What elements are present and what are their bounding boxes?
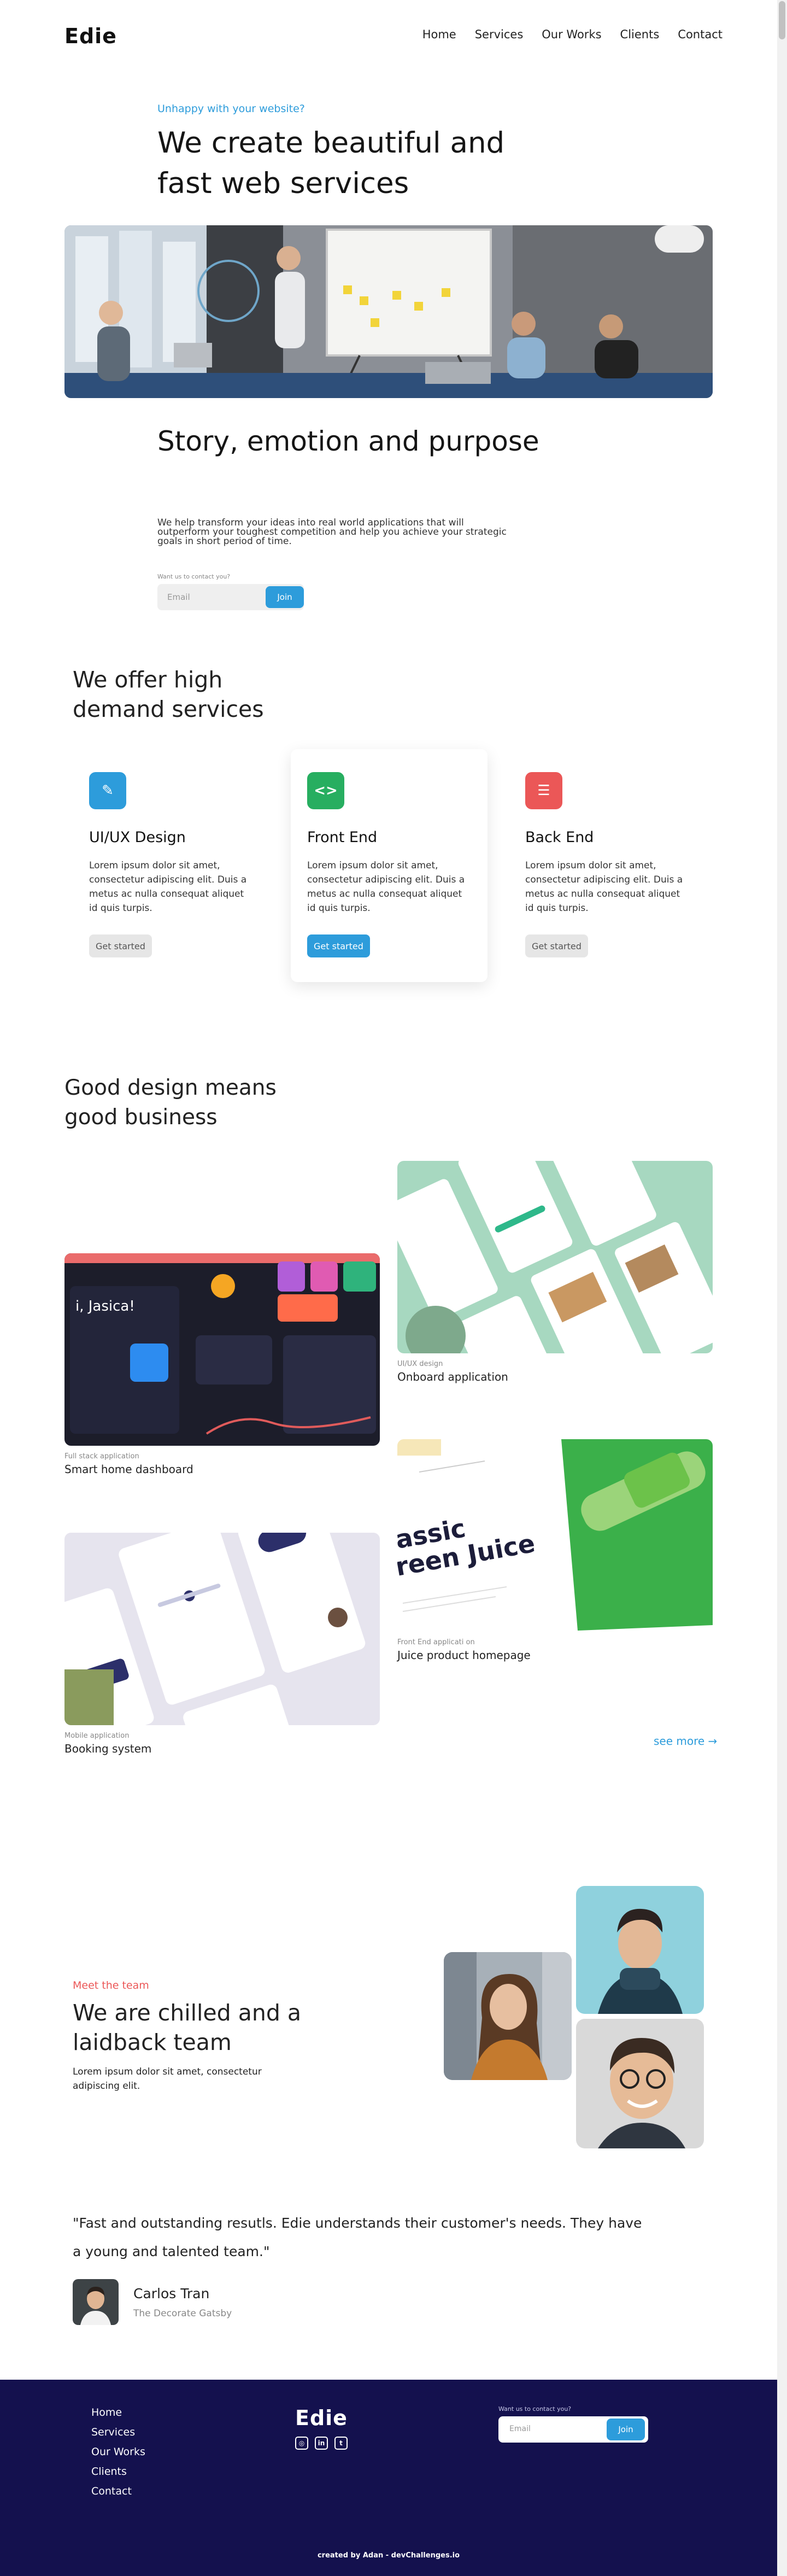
- nav-item-clients[interactable]: Clients: [620, 28, 660, 41]
- team-text: Lorem ipsum dolor sit amet, consectetur …: [73, 2066, 262, 2092]
- hero-title: We create beautiful and fast web service…: [157, 126, 505, 200]
- work-category: Full stack application: [64, 1452, 139, 1461]
- service-card-back-end: ☰ Back End Lorem ipsum dolor sit amet, c…: [509, 749, 706, 982]
- social-links: ◎ in t: [295, 2437, 348, 2450]
- get-started-button[interactable]: Get started: [307, 934, 370, 957]
- testimonial-quote: "Fast and outstanding resutls. Edie unde…: [73, 2215, 642, 2259]
- testimonial-role: The Decorate Gatsby: [133, 2308, 232, 2319]
- story-text: We help transform your ideas into real w…: [157, 517, 507, 547]
- team-title: We are chilled and a laidback team: [73, 2000, 302, 2055]
- services-title: We offer high demand services: [73, 667, 264, 722]
- scrollbar-thumb[interactable]: [779, 1, 785, 39]
- work-name[interactable]: Booking system: [64, 1742, 151, 1755]
- footer-contact-label: Want us to contact you?: [498, 2405, 572, 2413]
- nav-item-our-works[interactable]: Our Works: [542, 28, 601, 41]
- scrollbar[interactable]: [777, 0, 787, 2576]
- work-image-smart-home[interactable]: i, Jasica!: [64, 1253, 380, 1446]
- twitter-icon[interactable]: t: [334, 2437, 348, 2450]
- footer-link-services[interactable]: Services: [91, 2426, 145, 2438]
- svg-text:i, Jasica!: i, Jasica!: [75, 1298, 135, 1315]
- instagram-icon[interactable]: ◎: [295, 2437, 308, 2450]
- main-nav: Home Services Our Works Clients Contact: [422, 28, 723, 41]
- service-card-text: Lorem ipsum dolor sit amet, consectetur …: [89, 860, 247, 914]
- brand-logo[interactable]: Edie: [64, 24, 117, 48]
- hero-office-image: [64, 225, 713, 398]
- linkedin-icon[interactable]: in: [315, 2437, 328, 2450]
- code-icon: <>: [307, 772, 344, 809]
- story-title: Story, emotion and purpose: [157, 425, 539, 457]
- nav-item-contact[interactable]: Contact: [678, 28, 723, 41]
- get-started-button[interactable]: Get started: [525, 934, 588, 957]
- work-name[interactable]: Smart home dashboard: [64, 1463, 193, 1476]
- see-more-link[interactable]: see more →: [654, 1734, 717, 1748]
- nav-item-services[interactable]: Services: [475, 28, 524, 41]
- footer-email-placeholder: Email: [509, 2425, 531, 2433]
- team-photo-man-glasses: [576, 2019, 704, 2148]
- work-image-booking[interactable]: [64, 1533, 380, 1725]
- works-title: Good design means good business: [64, 1076, 277, 1130]
- service-card-title: UI/UX Design: [89, 829, 186, 846]
- service-card-front-end: <> Front End Lorem ipsum dolor sit amet,…: [291, 749, 488, 982]
- contact-label: Want us to contact you?: [157, 573, 231, 580]
- join-button[interactable]: Join: [266, 586, 304, 608]
- service-card-text: Lorem ipsum dolor sit amet, consectetur …: [307, 860, 465, 914]
- footer-logo[interactable]: Edie: [295, 2406, 348, 2430]
- service-card-title: Back End: [525, 829, 594, 846]
- list-icon: ☰: [525, 772, 562, 809]
- avatar: [73, 2279, 119, 2325]
- service-card-title: Front End: [307, 829, 378, 846]
- footer-link-clients[interactable]: Clients: [91, 2466, 145, 2478]
- service-card-uiux: ✎ UI/UX Design Lorem ipsum dolor sit ame…: [73, 749, 269, 982]
- team-photo-woman: [444, 1952, 572, 2080]
- team-eyebrow: Meet the team: [73, 1979, 149, 1991]
- nav-item-home[interactable]: Home: [422, 28, 456, 41]
- email-placeholder: Email: [167, 592, 190, 602]
- hero-eyebrow: Unhappy with your website?: [157, 103, 305, 115]
- work-category: Front End applicati on: [397, 1638, 475, 1646]
- team-photo-man-scarf: [576, 1886, 704, 2014]
- work-image-onboard[interactable]: [397, 1161, 713, 1353]
- testimonial-name: Carlos Tran: [133, 2286, 210, 2302]
- pen-icon: ✎: [89, 772, 126, 809]
- work-category: UI/UX design: [397, 1360, 443, 1368]
- get-started-button[interactable]: Get started: [89, 934, 152, 957]
- work-category: Mobile application: [64, 1732, 130, 1740]
- work-name[interactable]: Juice product homepage: [397, 1649, 531, 1662]
- footer-link-home[interactable]: Home: [91, 2406, 145, 2419]
- work-name[interactable]: Onboard application: [397, 1370, 508, 1383]
- footer-credit: created by Adan - devChallenges.io: [317, 2551, 460, 2560]
- work-image-juice[interactable]: assic reen Juice: [397, 1439, 713, 1632]
- footer-link-our-works[interactable]: Our Works: [91, 2446, 145, 2458]
- service-card-text: Lorem ipsum dolor sit amet, consectetur …: [525, 860, 683, 914]
- footer-link-contact[interactable]: Contact: [91, 2485, 145, 2497]
- footer-join-button[interactable]: Join: [607, 2419, 645, 2440]
- footer-links: Home Services Our Works Clients Contact: [91, 2406, 145, 2497]
